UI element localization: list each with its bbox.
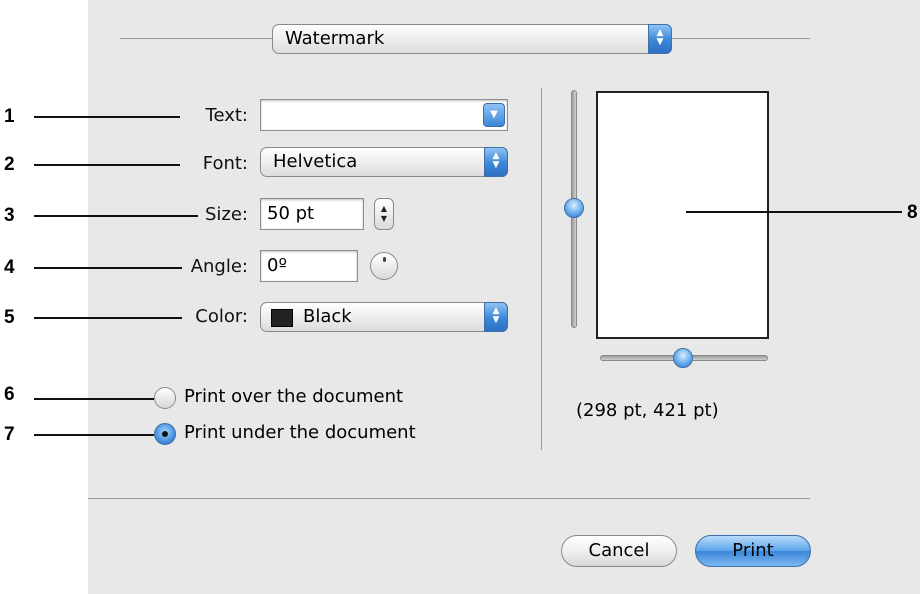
callout-3: 3: [4, 205, 15, 226]
size-stepper[interactable]: ▲ ▼: [374, 198, 394, 230]
dropdown-arrow-icon[interactable]: ▼: [483, 103, 505, 127]
callout-2: 2: [4, 154, 15, 175]
callout-5: 5: [4, 307, 15, 328]
callout-1: 1: [4, 106, 15, 127]
callout-line-5: [34, 317, 182, 319]
print-under-radio[interactable]: [154, 423, 176, 445]
font-popup[interactable]: Helvetica ▲ ▼: [260, 147, 508, 177]
callout-6: 6: [4, 384, 15, 405]
text-combo-field[interactable]: ▼: [260, 99, 508, 131]
callout-8: 8: [907, 202, 918, 223]
watermark-dialog: [88, 0, 920, 594]
size-field-value: 50 pt: [267, 203, 315, 224]
pane-selector[interactable]: Watermark ▲ ▼: [272, 24, 672, 54]
print-over-label[interactable]: Print over the document: [184, 386, 403, 408]
print-over-radio[interactable]: [154, 387, 176, 409]
angle-indicator-icon: [383, 257, 386, 262]
print-under-label[interactable]: Print under the document: [184, 422, 416, 444]
callout-line-3: [34, 215, 198, 217]
vertical-separator: [541, 88, 542, 450]
chevron-updown-icon: ▲ ▼: [484, 147, 508, 177]
top-separator-right: [672, 38, 810, 39]
bottom-separator: [88, 498, 810, 499]
callout-4: 4: [4, 257, 15, 278]
vertical-slider-knob[interactable]: [564, 198, 584, 218]
color-swatch: [271, 309, 293, 327]
size-field[interactable]: 50 pt: [260, 198, 364, 230]
font-popup-value: Helvetica: [273, 151, 358, 172]
callout-line-4: [34, 267, 182, 269]
callout-line-2: [34, 164, 180, 166]
page-preview: [596, 91, 769, 339]
cancel-button[interactable]: Cancel: [561, 535, 677, 567]
callout-line-6: [34, 398, 154, 400]
print-button[interactable]: Print: [695, 535, 811, 567]
chevron-updown-icon: ▲ ▼: [648, 24, 672, 54]
pane-selector-value: Watermark: [285, 28, 385, 49]
callout-line-1: [34, 116, 180, 118]
horizontal-slider-knob[interactable]: [673, 348, 693, 368]
callout-7: 7: [4, 424, 15, 445]
angle-field-value: 0º: [267, 255, 287, 276]
color-popup[interactable]: Black ▲ ▼: [260, 302, 508, 332]
top-separator-left: [120, 38, 272, 39]
angle-field[interactable]: 0º: [260, 250, 358, 282]
color-popup-value: Black: [303, 306, 352, 327]
callout-line-7: [34, 434, 154, 436]
callout-line-8: [686, 211, 902, 213]
preview-dimensions: (298 pt, 421 pt): [576, 400, 719, 421]
angle-wheel[interactable]: [370, 252, 398, 280]
chevron-updown-icon: ▲ ▼: [484, 302, 508, 332]
